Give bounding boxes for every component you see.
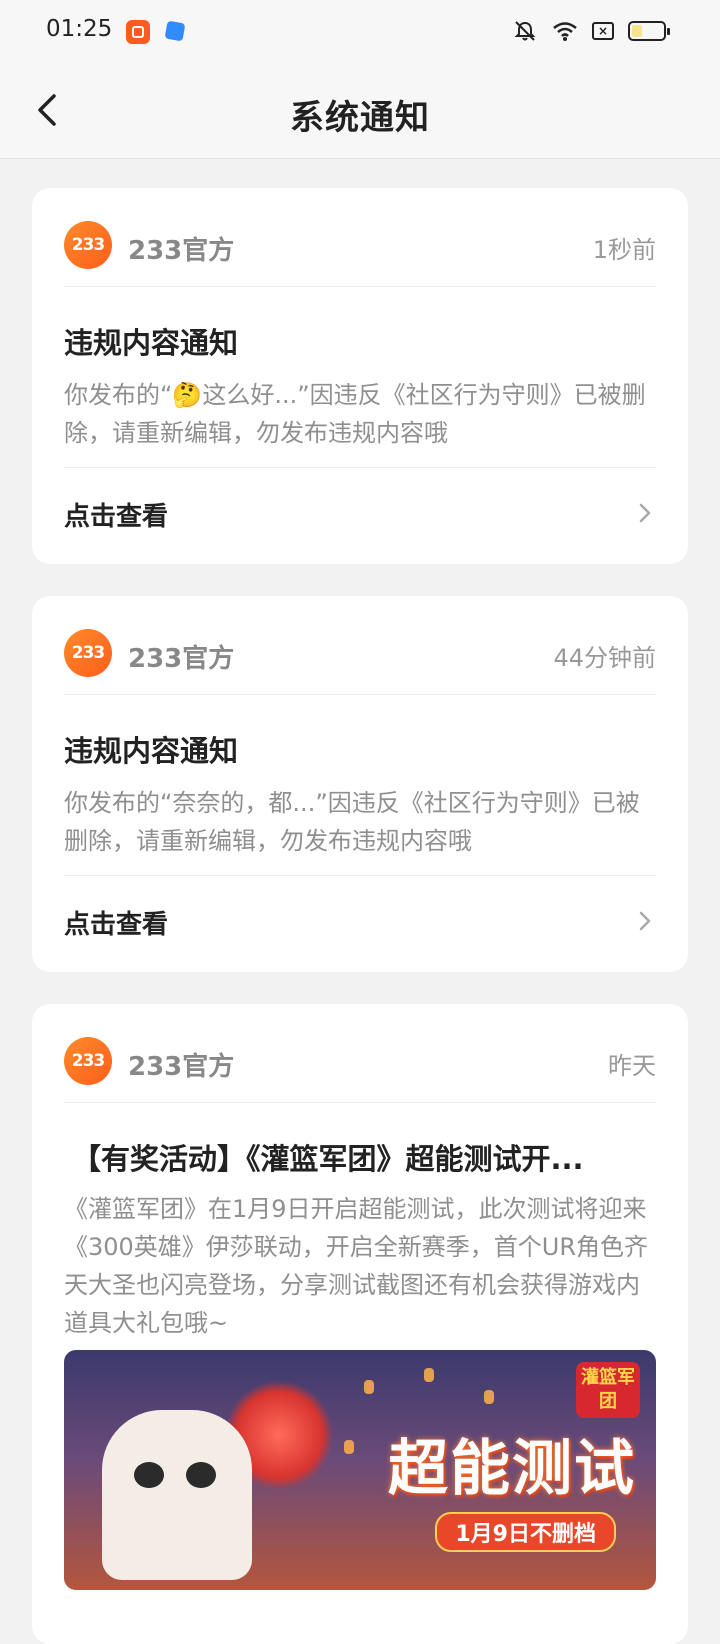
game-logo: 灌篮军团 [576, 1362, 640, 1418]
lantern-decoration [424, 1368, 434, 1382]
notification-title: 【有奖活动】《灌篮军团》超能测试开... [72, 1142, 584, 1176]
chevron-right-icon [639, 503, 651, 523]
avatar: 233 [64, 221, 112, 269]
sender-name: 233官方 [128, 1052, 235, 1082]
divider [64, 694, 656, 695]
view-details-button[interactable]: 点击查看 [64, 484, 656, 544]
notification-time: 1秒前 [592, 236, 656, 264]
battery-icon [628, 21, 670, 41]
notification-card: 233 233官方 1秒前 违规内容通知 你发布的“🤔这么好...”因违反《社区… [32, 188, 688, 564]
lantern-decoration [344, 1440, 354, 1454]
notification-title: 违规内容通知 [64, 326, 239, 360]
lantern-decoration [364, 1380, 374, 1394]
lantern-decoration [484, 1390, 494, 1404]
status-bar: 01:25 × [0, 0, 720, 62]
nav-header: 系统通知 [0, 62, 720, 159]
sender-name: 233官方 [128, 644, 235, 674]
banner-subline: 1月9日不删档 [435, 1512, 616, 1552]
chevron-right-icon [639, 911, 651, 931]
status-icons: × [512, 16, 670, 46]
app-notification-icon-2 [164, 20, 186, 42]
mute-bell-icon [514, 21, 536, 41]
notification-body: 你发布的“🤔这么好...”因违反《社区行为守则》已被删除，请重新编辑，勿发布违规… [64, 381, 646, 447]
no-sim-icon: × [592, 22, 614, 40]
notification-title: 违规内容通知 [64, 734, 239, 768]
divider [64, 1102, 656, 1103]
banner-mascot [102, 1410, 252, 1580]
page-title: 系统通知 [290, 98, 430, 138]
notification-card: 233 233官方 44分钟前 违规内容通知 你发布的“奈奈的，都...”因违反… [32, 596, 688, 972]
banner-headline: 超能测试 [388, 1434, 636, 1504]
event-banner-image[interactable]: 灌篮军团 超能测试 1月9日不删档 [64, 1350, 656, 1590]
notification-time: 昨天 [608, 1052, 656, 1080]
card-header: 233 233官方 1秒前 [64, 220, 656, 272]
view-details-label: 点击查看 [64, 910, 169, 940]
app-notification-icon [126, 20, 150, 44]
divider [64, 286, 656, 287]
divider [64, 467, 656, 468]
view-details-button[interactable]: 点击查看 [64, 892, 656, 952]
card-header: 233 233官方 昨天 [64, 1036, 656, 1088]
wifi-icon [553, 22, 577, 41]
divider [64, 875, 656, 876]
notification-body: 《灌篮军团》在1月9日开启超能测试，此次测试将迎来《300英雄》伊莎联动，开启全… [64, 1195, 649, 1337]
view-details-label: 点击查看 [64, 502, 169, 532]
sender-name: 233官方 [128, 236, 235, 266]
status-time: 01:25 [46, 16, 113, 42]
notification-time: 44分钟前 [553, 644, 656, 672]
avatar: 233 [64, 1037, 112, 1085]
card-header: 233 233官方 44分钟前 [64, 628, 656, 680]
notification-body: 你发布的“奈奈的，都...”因违反《社区行为守则》已被删除，请重新编辑，勿发布违… [64, 789, 640, 855]
notification-card[interactable]: 233 233官方 昨天 【有奖活动】《灌篮军团》超能测试开... 《灌篮军团》… [32, 1004, 688, 1644]
avatar: 233 [64, 629, 112, 677]
